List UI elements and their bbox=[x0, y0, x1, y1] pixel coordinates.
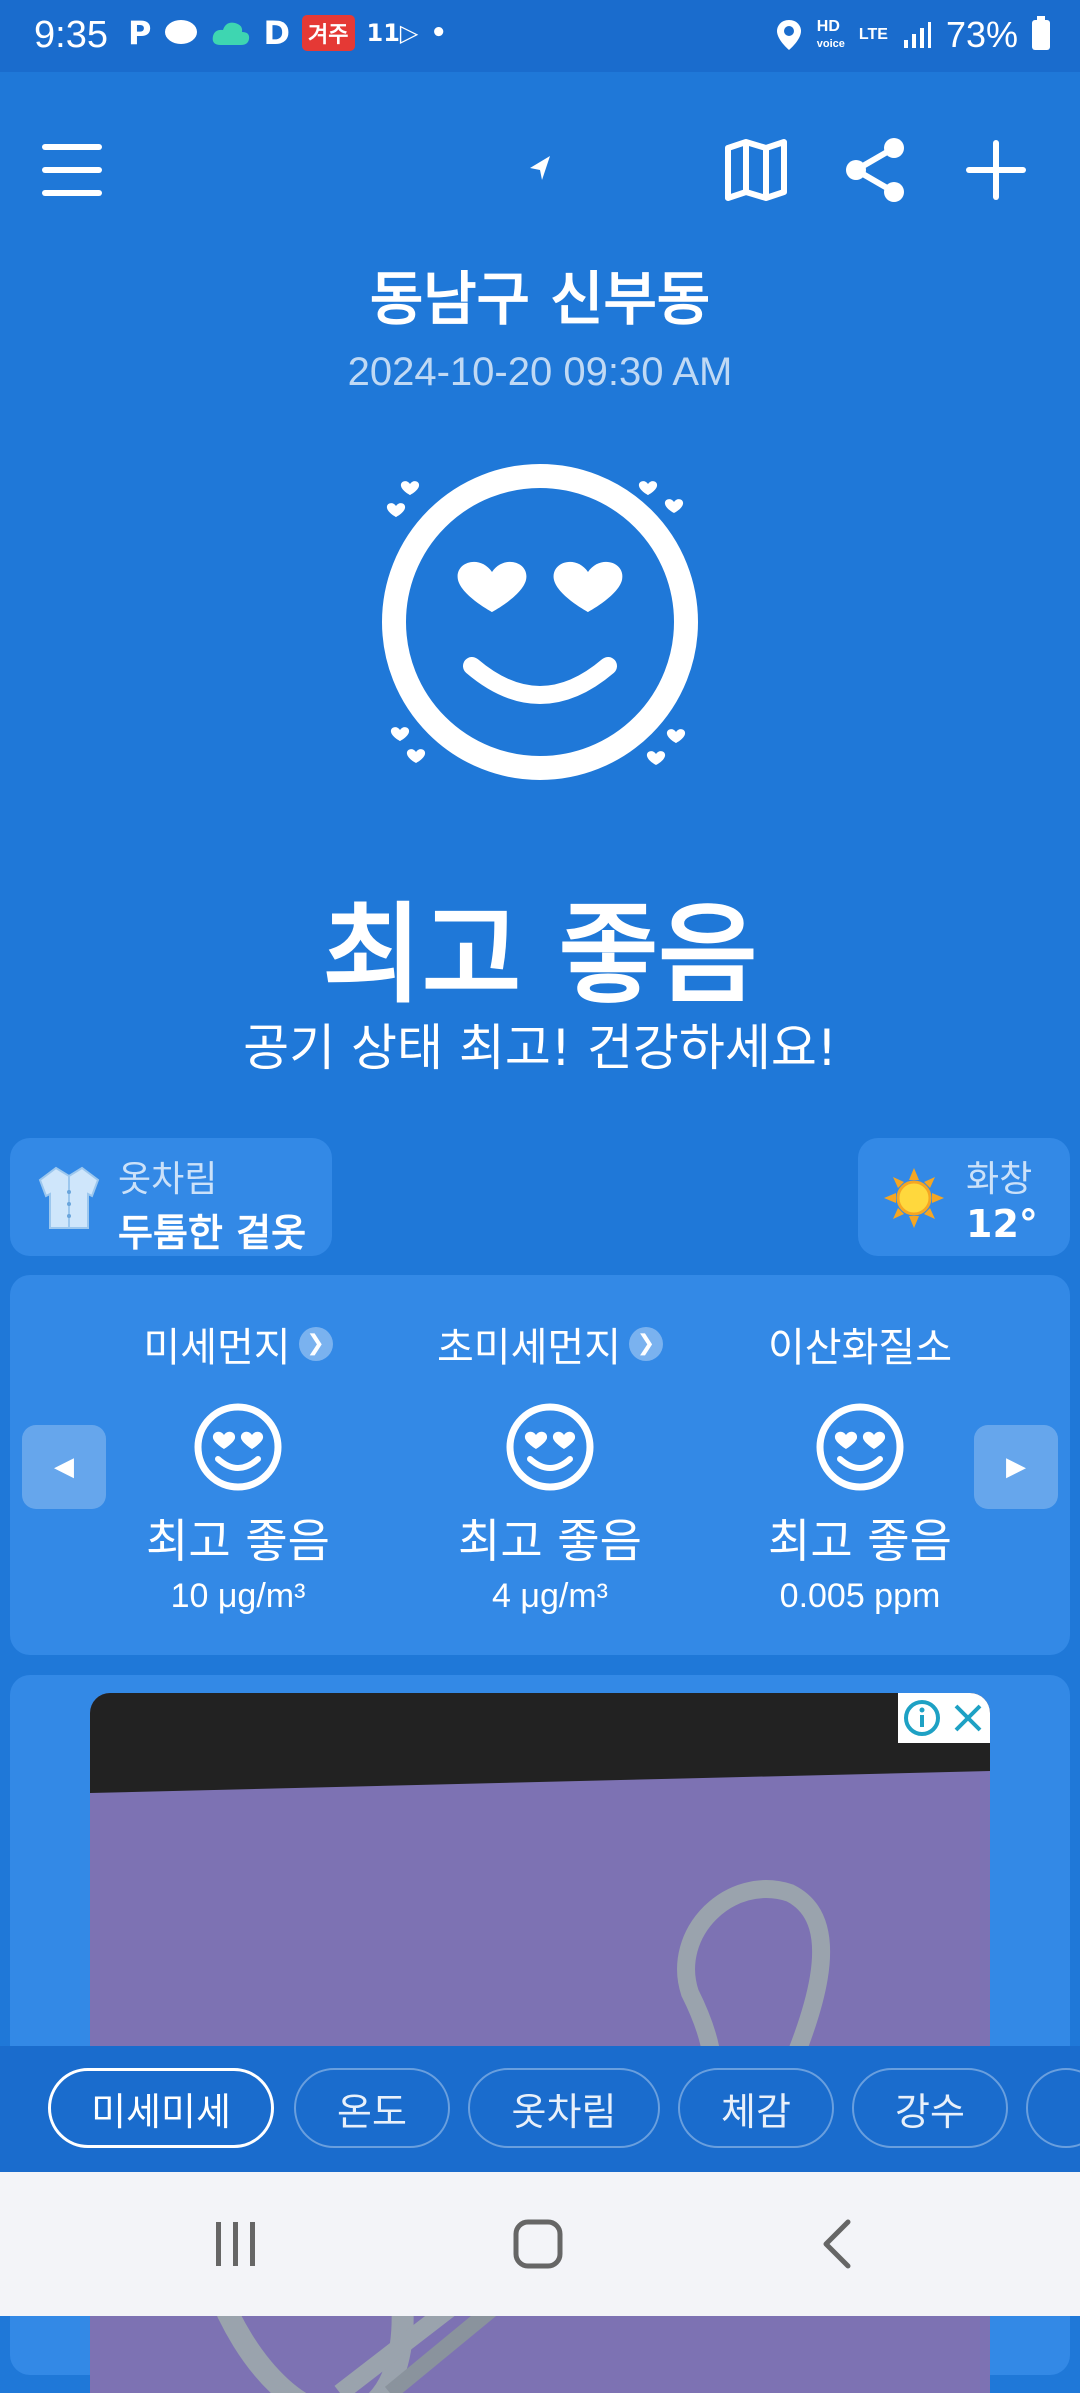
heart-eyes-face-icon bbox=[506, 1403, 594, 1491]
sun-icon bbox=[884, 1168, 944, 1228]
pollutant-no2[interactable]: 이산화질소 최고 좋음 0.005 ppm bbox=[710, 1315, 1010, 1616]
pollutant-pm25[interactable]: 초미세먼지 ❯ 최고 좋음 4 μg/m³ bbox=[400, 1315, 700, 1616]
p-icon: P bbox=[128, 14, 152, 52]
status-system-icons: HD voice LTE 73% bbox=[775, 14, 1050, 56]
clothing-value: 두툼한 겉옷 bbox=[118, 1211, 307, 1255]
heart-eyes-face-icon bbox=[194, 1403, 282, 1491]
pollutant-value: 4 μg/m³ bbox=[492, 1577, 608, 1615]
voice-label: voice bbox=[816, 37, 845, 50]
notification-count: 11▷ bbox=[366, 19, 419, 47]
pollutants-card: ◀ 미세먼지 ❯ 최고 좋음 10 μg/m³ 초미세먼지 ❯ 최고 좋음 4 … bbox=[10, 1275, 1070, 1655]
next-arrow-button[interactable]: ▶ bbox=[974, 1425, 1058, 1509]
recent-apps-icon[interactable] bbox=[206, 2218, 266, 2270]
pollutant-status: 최고 좋음 bbox=[768, 1514, 952, 1568]
hd-label: HD bbox=[816, 17, 840, 35]
lte-indicator: LTE bbox=[858, 26, 888, 43]
pollutant-pm10[interactable]: 미세먼지 ❯ 최고 좋음 10 μg/m³ bbox=[88, 1315, 388, 1616]
tab-clothing[interactable]: 옷차림 bbox=[468, 2068, 660, 2148]
location-icon bbox=[776, 20, 801, 50]
d-app-icon: D bbox=[263, 14, 291, 52]
tab-temperature[interactable]: 온도 bbox=[294, 2068, 450, 2148]
battery-percentage: 73% bbox=[945, 14, 1018, 55]
pollutant-name-row: 초미세먼지 ❯ bbox=[400, 1315, 700, 1373]
heart-eyes-face-icon bbox=[816, 1403, 904, 1491]
pollutant-name: 초미세먼지 bbox=[437, 1325, 621, 1371]
heart-eyes-face-icon bbox=[382, 464, 698, 780]
pollutant-name-row: 이산화질소 bbox=[710, 1315, 1010, 1373]
arrow-left-icon: ◀ bbox=[54, 1452, 74, 1482]
air-quality-message: 공기 상태 최고! 건강하세요! bbox=[243, 1019, 837, 1077]
status-notification-icons: P D 겨주 11▷ • bbox=[128, 14, 447, 52]
pollutant-value: 0.005 ppm bbox=[779, 1577, 941, 1615]
tab-precipitation[interactable]: 강수 bbox=[852, 2068, 1008, 2148]
share-icon[interactable] bbox=[836, 130, 916, 210]
hd-voice-indicator: HD voice bbox=[816, 17, 845, 52]
clothing-card[interactable]: 옷차림 두툼한 겉옷 bbox=[10, 1138, 332, 1256]
tab-feels-like[interactable]: 체감 bbox=[678, 2068, 834, 2148]
pollutant-name-row: 미세먼지 ❯ bbox=[88, 1315, 388, 1373]
info-icon[interactable] bbox=[902, 1698, 942, 1738]
chevron-right-icon[interactable]: ❯ bbox=[298, 1327, 333, 1361]
pollutant-status: 최고 좋음 bbox=[458, 1514, 642, 1568]
location-arrow-icon[interactable] bbox=[510, 140, 570, 200]
temperature-value: 12° bbox=[966, 1202, 1038, 1246]
air-quality-status: 최고 좋음 bbox=[322, 893, 758, 1018]
weather-card[interactable]: 화창 12° bbox=[858, 1138, 1070, 1256]
tab-more-partial[interactable] bbox=[1026, 2068, 1080, 2148]
weather-label: 화창 bbox=[966, 1159, 1033, 1200]
pollutant-name: 미세먼지 bbox=[143, 1325, 291, 1371]
coat-icon bbox=[38, 1166, 100, 1229]
home-icon[interactable] bbox=[508, 2216, 568, 2272]
pollutant-value: 10 μg/m³ bbox=[170, 1577, 306, 1615]
add-icon[interactable] bbox=[956, 130, 1036, 210]
pollutant-name: 이산화질소 bbox=[768, 1325, 952, 1371]
clothing-label: 옷차림 bbox=[118, 1159, 218, 1200]
status-time: 9:35 bbox=[34, 14, 108, 56]
chat-icon bbox=[165, 20, 198, 44]
arrow-right-icon: ▶ bbox=[1006, 1452, 1026, 1482]
update-datetime: 2024-10-20 09:30 AM bbox=[347, 350, 733, 394]
ad-choices[interactable] bbox=[898, 1693, 990, 1743]
bottom-tab-bar: 미세미세 온도 옷차림 체감 강수 bbox=[0, 2046, 1080, 2172]
more-notifications-dot: • bbox=[430, 18, 447, 48]
tab-misemise[interactable]: 미세미세 bbox=[48, 2068, 274, 2148]
pollutant-status: 최고 좋음 bbox=[146, 1514, 330, 1568]
map-icon[interactable] bbox=[716, 130, 796, 210]
close-icon[interactable] bbox=[950, 1700, 986, 1736]
back-icon[interactable] bbox=[814, 2216, 864, 2272]
signal-icon bbox=[903, 22, 931, 48]
battery-icon bbox=[1032, 16, 1050, 50]
system-nav-bar bbox=[0, 2172, 1080, 2316]
news-app-icon: 겨주 bbox=[302, 15, 355, 51]
chevron-right-icon[interactable]: ❯ bbox=[629, 1327, 663, 1361]
cloud-icon bbox=[213, 22, 250, 45]
menu-icon[interactable] bbox=[32, 130, 112, 210]
status-bar: 9:35 P D 겨주 11▷ • HD voice LTE 73% bbox=[0, 0, 1080, 72]
location-title[interactable]: 동남구 신부동 bbox=[0, 252, 1080, 336]
